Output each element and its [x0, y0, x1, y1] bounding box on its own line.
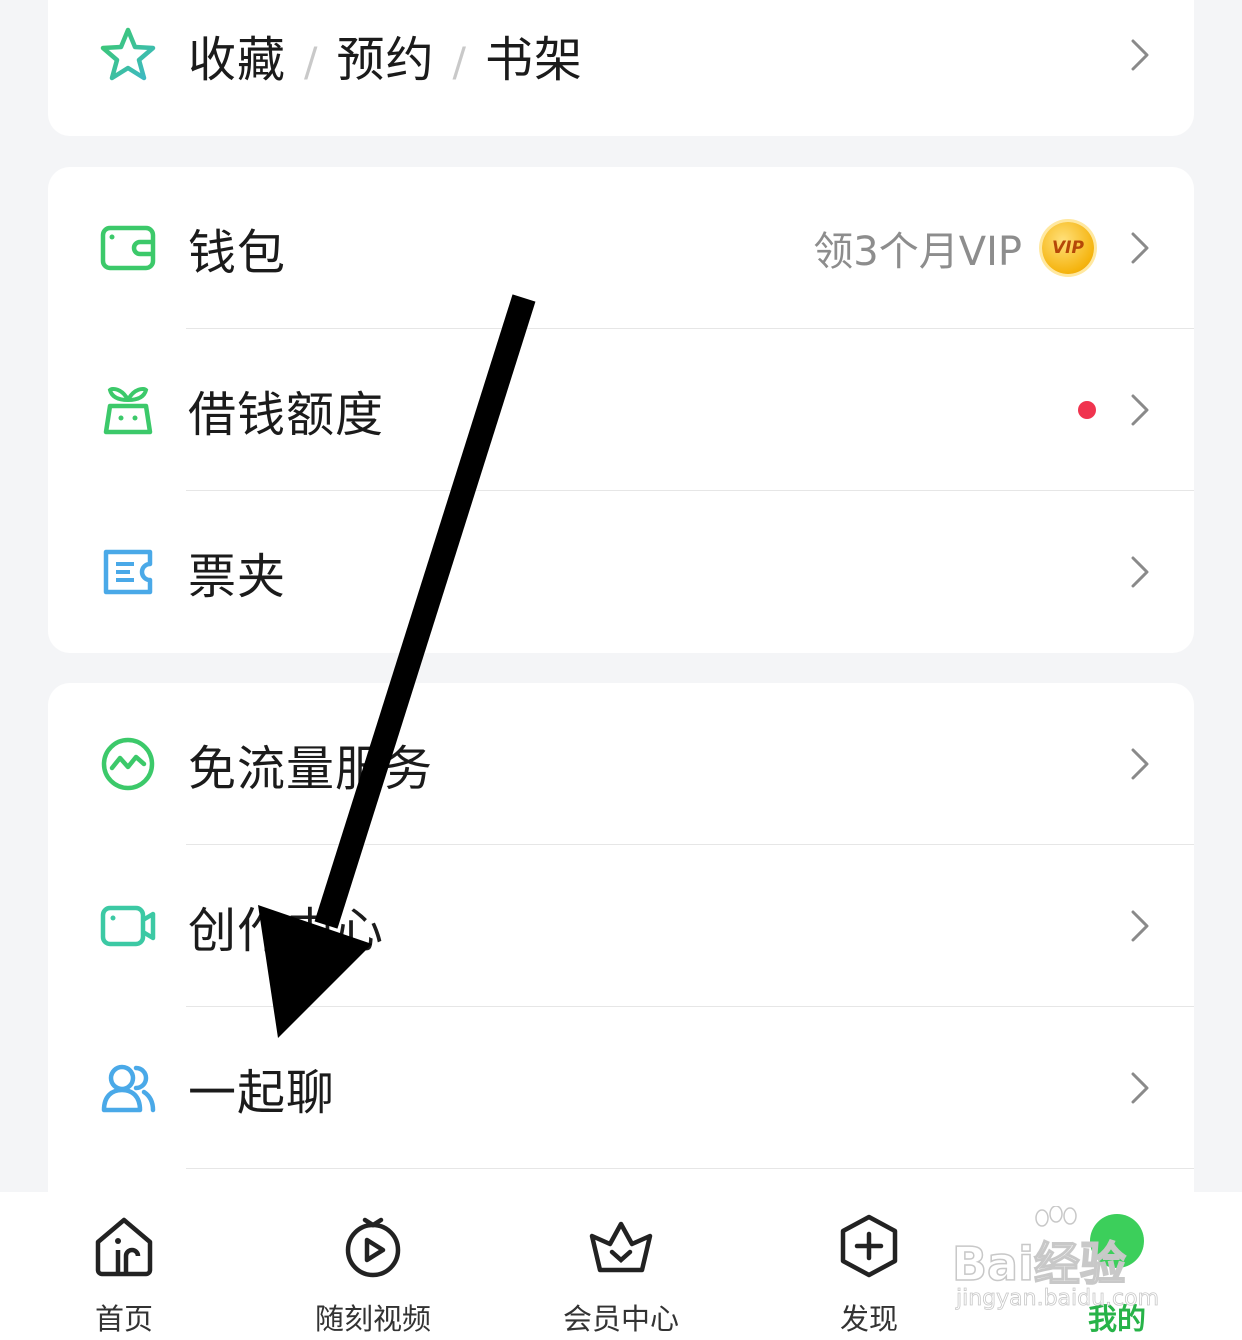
wallet-label: 钱包: [188, 225, 287, 281]
notification-dot: [1078, 401, 1096, 419]
tickets-label: 票夹: [188, 549, 287, 605]
chevron-right-icon: [1131, 556, 1149, 588]
tab-video[interactable]: 随刻视频: [273, 1192, 473, 1340]
reservations-item[interactable]: 预约: [337, 32, 435, 88]
favorites-item[interactable]: 收藏: [188, 32, 286, 88]
wallet-icon: [100, 225, 156, 271]
chevron-right-icon: [1131, 394, 1149, 426]
chevron-right-icon: [1131, 1072, 1149, 1104]
creator-row[interactable]: 创作中心: [48, 845, 1194, 1007]
wallet-card: 钱包 领3个月VIP VIP 借钱额度 票夹: [48, 167, 1194, 653]
loan-row[interactable]: 借钱额度: [48, 329, 1194, 491]
tab-label: 我的: [1087, 1302, 1146, 1336]
tab-label: 发现: [839, 1302, 898, 1336]
tab-home[interactable]: 首页: [24, 1192, 224, 1340]
free-data-label: 免流量服务: [188, 741, 434, 797]
profile-avatar-icon: [1090, 1214, 1144, 1268]
tab-label: 随刻视频: [314, 1302, 431, 1336]
add-hexagon-icon: [840, 1214, 898, 1278]
wallet-row[interactable]: 钱包 领3个月VIP VIP: [48, 167, 1194, 329]
tab-label: 首页: [94, 1302, 153, 1336]
video-camera-icon: [100, 905, 156, 947]
tab-me[interactable]: 我的: [1017, 1192, 1217, 1340]
favorites-card: 收藏 / 预约 / 书架: [48, 0, 1194, 136]
tab-discover[interactable]: 发现: [769, 1192, 969, 1340]
favorites-row[interactable]: 收藏 / 预约 / 书架: [48, 0, 1194, 136]
tab-label: 会员中心: [562, 1302, 679, 1336]
creator-label: 创作中心: [188, 903, 385, 959]
group-users-icon: [101, 1064, 156, 1113]
star-icon: [100, 27, 156, 81]
chat-label: 一起聊: [188, 1065, 336, 1121]
vip-badge-icon: VIP: [1042, 222, 1094, 274]
sprout-bag-icon: [103, 387, 153, 435]
ticket-icon: [103, 549, 153, 595]
bookshelf-item[interactable]: 书架: [485, 32, 583, 88]
home-icon: [95, 1217, 153, 1277]
bottom-tab-bar: 首页 随刻视频 会员中心 发现 我的: [0, 1192, 1242, 1340]
chevron-right-icon: [1131, 232, 1149, 264]
traffic-wave-icon: [101, 737, 155, 791]
video-play-icon: [345, 1217, 401, 1278]
chevron-right-icon: [1131, 39, 1149, 71]
free-data-row[interactable]: 免流量服务: [48, 683, 1194, 845]
divider: [186, 1168, 1194, 1169]
chat-row[interactable]: 一起聊: [48, 1007, 1194, 1169]
favorites-label: 收藏 / 预约 / 书架: [188, 20, 583, 90]
separator: /: [304, 40, 319, 86]
separator: /: [452, 40, 467, 86]
chevron-right-icon: [1131, 748, 1149, 780]
loan-label: 借钱额度: [188, 387, 385, 443]
vip-basket-icon: [589, 1221, 653, 1273]
tab-vip-center[interactable]: 会员中心: [521, 1192, 721, 1340]
services-card: 免流量服务 创作中心 一起聊: [48, 683, 1194, 1243]
tickets-row[interactable]: 票夹: [48, 491, 1194, 653]
chevron-right-icon: [1131, 910, 1149, 942]
vip-promo-text[interactable]: 领3个月VIP: [813, 219, 1022, 277]
